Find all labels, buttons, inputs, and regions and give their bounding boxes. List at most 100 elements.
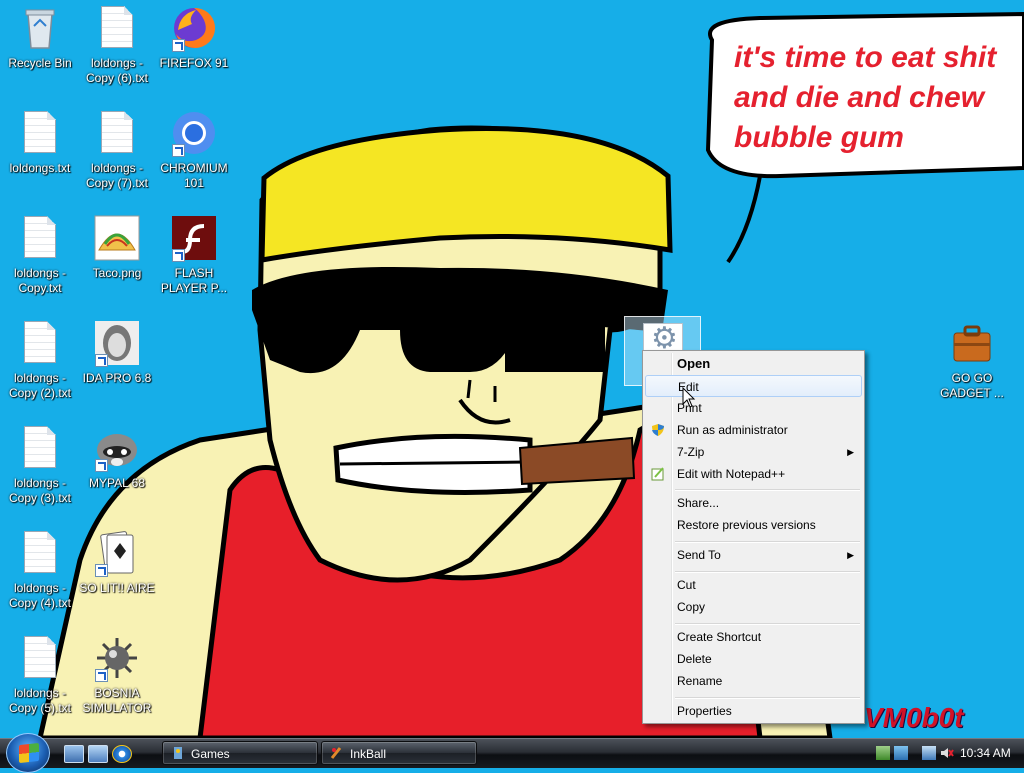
menu-item-label: Share... xyxy=(677,496,720,510)
desktop-icon-loldongs-copy[interactable]: loldongs - Copy.txt xyxy=(2,210,78,296)
text-file-icon xyxy=(16,214,64,262)
desktop-icon-taco[interactable]: Taco.png xyxy=(79,210,155,281)
minesweeper-mine-icon xyxy=(93,634,141,682)
desktop-icon-mypal[interactable]: MYPAL 68 xyxy=(79,420,155,491)
icon-label: loldongs.txt xyxy=(9,161,71,175)
taskbar-button-label: Games xyxy=(191,747,230,761)
chromium-icon xyxy=(170,109,218,157)
internet-explorer-icon[interactable] xyxy=(112,745,132,763)
menu-item-edit[interactable]: Edit xyxy=(645,375,862,397)
desktop-icon-loldongs-copy-4[interactable]: loldongs - Copy (4).txt xyxy=(2,525,78,611)
solitaire-icon xyxy=(93,529,141,577)
menu-item-properties[interactable]: Properties xyxy=(645,700,862,722)
text-file-icon xyxy=(16,634,64,682)
shortcut-arrow-icon xyxy=(95,669,108,682)
speech-bubble-text: it's time to eat shit and die and chew b… xyxy=(734,41,997,154)
icon-label: IDA PRO 6.8 xyxy=(82,371,152,385)
mypal-raccoon-icon xyxy=(93,424,141,472)
menu-item-label: Restore previous versions xyxy=(677,518,816,532)
menu-item-cut[interactable]: Cut xyxy=(645,574,862,596)
desktop-icon-recycle-bin[interactable]: Recycle Bin xyxy=(2,0,78,71)
icon-label: SO LIT!! AIRE xyxy=(79,581,155,595)
taco-image-icon xyxy=(93,214,141,262)
text-file-icon xyxy=(16,109,64,157)
system-tray: 10:34 AM xyxy=(866,739,1024,768)
icon-label: loldongs - Copy (4).txt xyxy=(8,581,71,610)
desktop-icon-bosnia-simulator[interactable]: BOSNIA SIMULATOR xyxy=(79,630,155,716)
taskbar-button-label: InkBall xyxy=(350,747,387,761)
ida-pro-icon xyxy=(93,319,141,367)
taskbar-button-inkball[interactable]: InkBall xyxy=(321,741,477,765)
menu-separator xyxy=(675,489,860,491)
recycle-bin-icon xyxy=(16,4,64,52)
menu-item-run-as-administrator[interactable]: Run as administrator xyxy=(645,419,862,441)
text-file-icon xyxy=(16,319,64,367)
shortcut-arrow-icon xyxy=(172,144,185,157)
menu-item-label: Create Shortcut xyxy=(677,630,762,644)
briefcase-icon xyxy=(948,319,996,367)
icon-label: loldongs - Copy (5).txt xyxy=(8,686,71,715)
icon-label: loldongs - Copy (6).txt xyxy=(85,56,148,85)
desktop-icon-loldongs-copy-7[interactable]: loldongs - Copy (7).txt xyxy=(79,105,155,191)
menu-item-send-to[interactable]: Send To ▶ xyxy=(645,544,862,566)
text-file-icon xyxy=(93,4,141,52)
icon-label: loldongs - Copy (2).txt xyxy=(8,371,71,400)
volume-muted-icon[interactable] xyxy=(940,746,954,760)
shortcut-arrow-icon xyxy=(95,564,108,577)
desktop-icon-loldongs-copy-3[interactable]: loldongs - Copy (3).txt xyxy=(2,420,78,506)
flash-player-icon xyxy=(170,214,218,262)
icon-label: FLASH PLAYER P... xyxy=(160,266,228,295)
menu-item-delete[interactable]: Delete xyxy=(645,648,862,670)
start-button[interactable] xyxy=(6,733,50,773)
menu-item-label: Open xyxy=(677,356,711,371)
icon-label: loldongs - Copy.txt xyxy=(13,266,67,295)
network-icon[interactable] xyxy=(922,746,936,760)
submenu-arrow-icon: ▶ xyxy=(847,550,854,560)
taskbar: Games InkBall 10:34 AM xyxy=(0,733,1024,773)
menu-item-restore-previous-versions[interactable]: Restore previous versions xyxy=(645,514,862,536)
desktop-icon-ida-pro[interactable]: IDA PRO 6.8 xyxy=(79,315,155,386)
menu-separator xyxy=(675,571,860,573)
windows-logo-icon xyxy=(19,742,39,764)
desktop-icon-loldongs-copy-5[interactable]: loldongs - Copy (5).txt xyxy=(2,630,78,716)
switch-windows-icon[interactable] xyxy=(88,745,108,763)
shortcut-arrow-icon xyxy=(172,249,185,262)
menu-item-create-shortcut[interactable]: Create Shortcut xyxy=(645,626,862,648)
desktop-icon-go-go-gadget[interactable]: GO GO GADGET ... xyxy=(934,315,1010,401)
menu-item-share[interactable]: Share... xyxy=(645,492,862,514)
menu-item-label: Copy xyxy=(677,600,706,614)
desktop-icon-solitaire[interactable]: SO LIT!! AIRE xyxy=(79,525,155,596)
menu-item-edit-with-notepad-plus-plus[interactable]: Edit with Notepad++ xyxy=(645,463,862,485)
menu-item-open[interactable]: Open xyxy=(645,353,862,375)
icon-label: BOSNIA SIMULATOR xyxy=(82,686,152,715)
context-menu: Open Edit Print Run as administrator 7-Z… xyxy=(642,350,865,724)
menu-item-label: Delete xyxy=(677,652,712,666)
show-desktop-icon[interactable] xyxy=(64,745,84,763)
desktop-icon-loldongs[interactable]: loldongs.txt xyxy=(2,105,78,176)
desktop-icon-chromium[interactable]: CHROMIUM 101 xyxy=(156,105,232,191)
desktop-icon-firefox[interactable]: FIREFOX 91 xyxy=(156,0,232,71)
tray-monitor-icon[interactable] xyxy=(894,746,908,760)
menu-separator xyxy=(675,697,860,699)
menu-item-print[interactable]: Print xyxy=(645,397,862,419)
icon-label: FIREFOX 91 xyxy=(159,56,229,70)
taskbar-button-games[interactable]: Games xyxy=(162,741,318,765)
wallpaper-watermark: VM0b0t xyxy=(864,702,964,733)
desktop-icon-flash-player[interactable]: FLASH PLAYER P... xyxy=(156,210,232,296)
desktop: it's time to eat shit and die and chew b… xyxy=(0,0,1024,738)
text-file-icon xyxy=(16,424,64,472)
tray-app-icon[interactable] xyxy=(876,746,890,760)
menu-item-rename[interactable]: Rename xyxy=(645,670,862,692)
menu-item-label: Send To xyxy=(677,548,721,562)
menu-item-7zip[interactable]: 7-Zip ▶ xyxy=(645,441,862,463)
icon-label: Recycle Bin xyxy=(8,56,72,70)
desktop-icon-loldongs-copy-6[interactable]: loldongs - Copy (6).txt xyxy=(79,0,155,86)
menu-separator xyxy=(675,623,860,625)
taskbar-clock[interactable]: 10:34 AM xyxy=(960,739,1011,768)
games-icon xyxy=(174,747,182,759)
notepad-plus-plus-icon xyxy=(651,467,664,481)
desktop-icon-loldongs-copy-2[interactable]: loldongs - Copy (2).txt xyxy=(2,315,78,401)
menu-item-label: Edit with Notepad++ xyxy=(677,467,786,481)
menu-item-copy[interactable]: Copy xyxy=(645,596,862,618)
uac-shield-icon xyxy=(652,424,664,436)
